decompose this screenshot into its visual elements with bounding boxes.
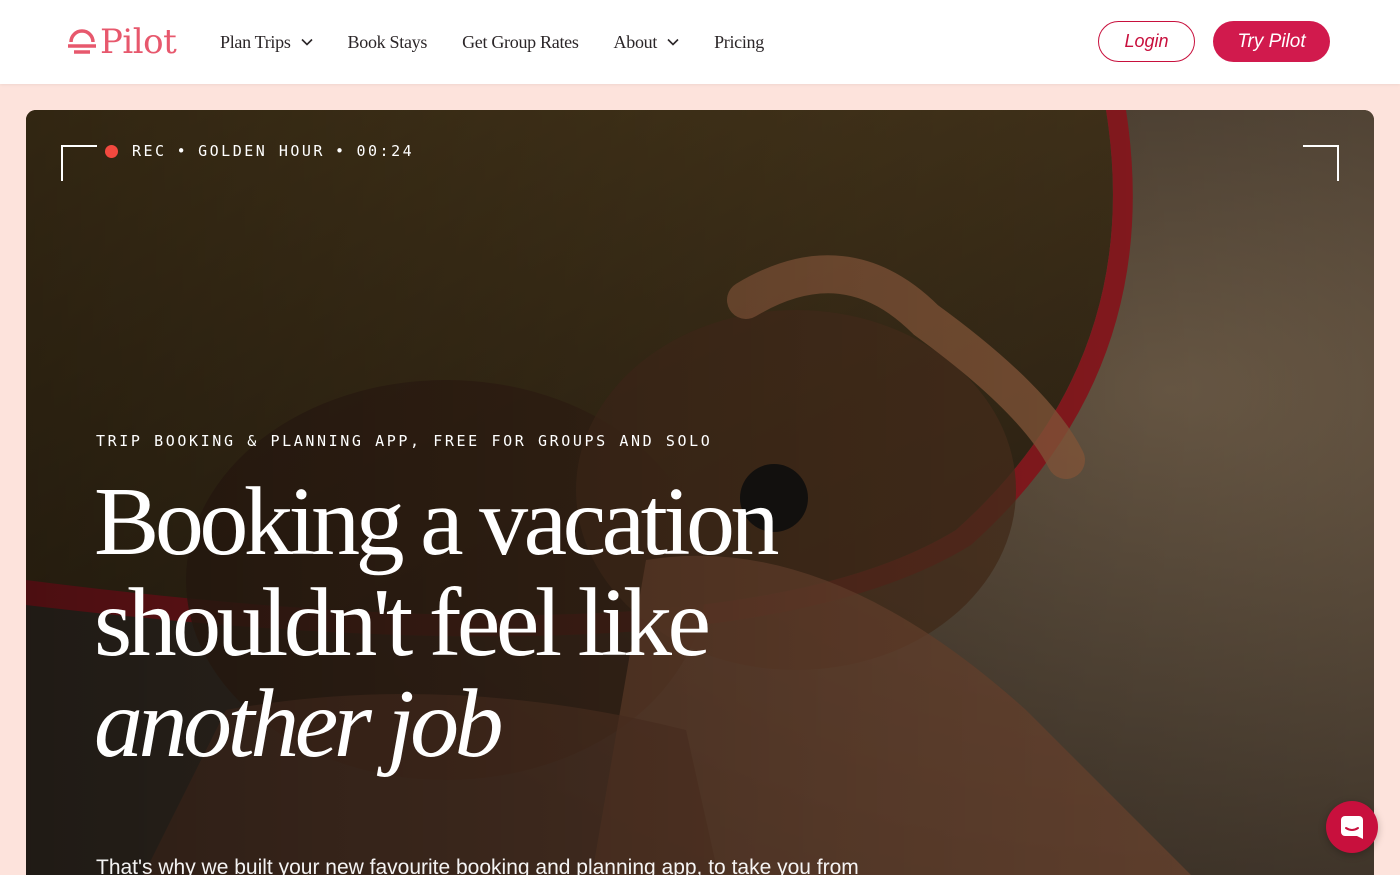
separator: •	[334, 142, 347, 160]
recording-indicator: REC • GOLDEN HOUR • 00:24	[105, 142, 414, 160]
rec-time: 00:24	[356, 142, 415, 160]
hero-eyebrow: TRIP BOOKING & PLANNING APP, FREE FOR GR…	[96, 432, 713, 450]
viewfinder-corner	[61, 145, 97, 181]
brand-name: Pilot	[100, 22, 177, 62]
brand-logo[interactable]: Pilot	[68, 22, 177, 62]
headline-line-emphasis: another job	[94, 670, 504, 778]
nav-item-plan-trips[interactable]: Plan Trips	[220, 32, 313, 53]
chevron-down-icon	[667, 38, 679, 46]
hero-headline: Booking a vacation shouldn't feel like a…	[94, 468, 780, 778]
nav-item-about[interactable]: About	[614, 32, 680, 53]
headline-line: Booking a vacation	[94, 468, 780, 576]
viewfinder-corner	[1303, 145, 1339, 181]
rec-label: REC	[132, 142, 167, 160]
rec-mode: GOLDEN HOUR	[198, 142, 325, 160]
nav-label: Pricing	[714, 31, 764, 52]
hero-subtext: That's why we built your new favourite b…	[96, 856, 859, 875]
nav-item-pricing[interactable]: Pricing	[714, 32, 764, 53]
main-menu: Plan Trips Book Stays Get Group Rates Ab…	[220, 28, 799, 56]
nav-label: Book Stays	[347, 31, 428, 52]
chat-icon	[1341, 816, 1363, 839]
chevron-down-icon	[300, 38, 313, 46]
nav-item-book-stays[interactable]: Book Stays	[348, 32, 428, 53]
headline-line: shouldn't feel like	[94, 569, 711, 677]
top-navbar: Pilot Plan Trips Book Stays Get Group Ra…	[0, 0, 1400, 84]
nav-label: Get Group Rates	[462, 31, 579, 52]
sunset-logo-icon	[68, 29, 96, 54]
chat-launcher-button[interactable]	[1326, 801, 1378, 853]
try-pilot-button[interactable]: Try Pilot	[1213, 21, 1330, 62]
nav-label: About	[613, 31, 658, 52]
separator: •	[176, 142, 189, 160]
nav-label: Plan Trips	[220, 31, 291, 52]
hero-video: REC • GOLDEN HOUR • 00:24 TRIP BOOKING &…	[26, 110, 1374, 875]
record-dot-icon	[105, 144, 118, 158]
login-button[interactable]: Login	[1098, 21, 1195, 62]
nav-item-group-rates[interactable]: Get Group Rates	[462, 31, 579, 53]
